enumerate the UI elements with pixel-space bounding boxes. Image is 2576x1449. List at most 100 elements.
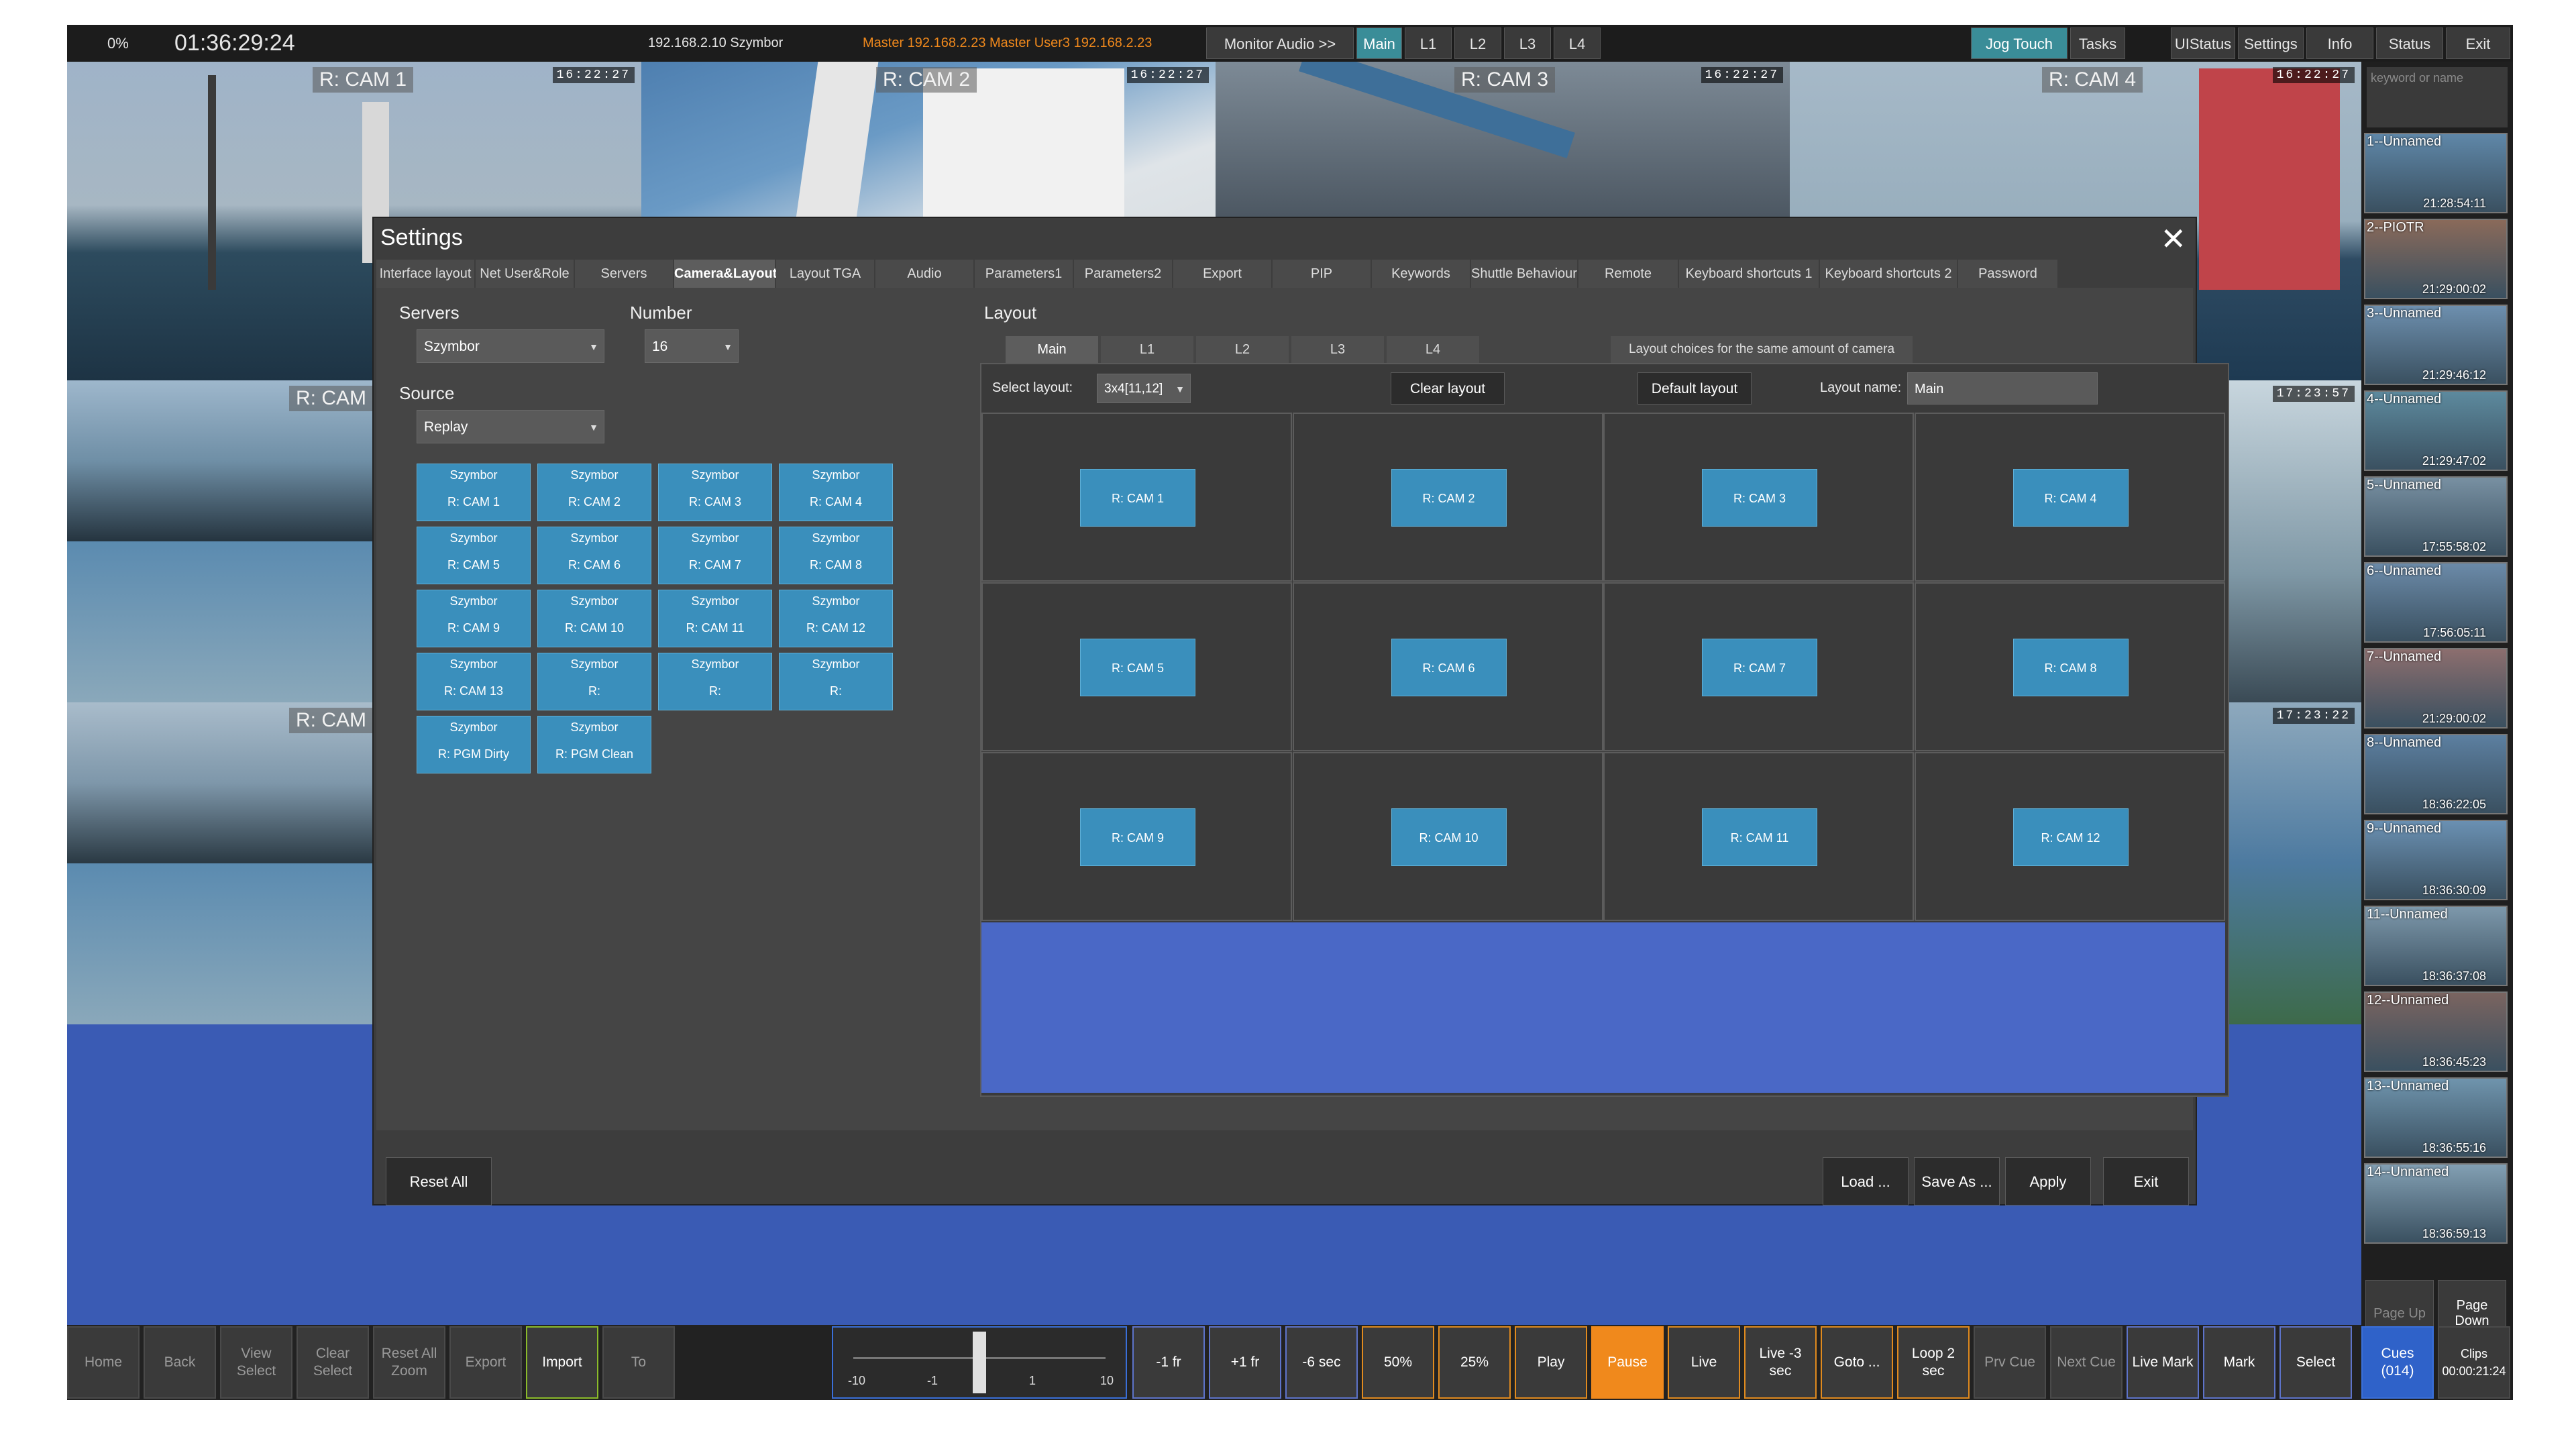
layout-camera-button[interactable]: R: CAM 11	[1702, 808, 1817, 866]
camera-tile-left-1[interactable]: R: CAM	[67, 380, 373, 541]
layout-camera-button[interactable]: R: CAM 7	[1702, 639, 1817, 696]
layout-cell[interactable]: R: CAM 9	[981, 752, 1292, 921]
layout-cell[interactable]: R: CAM 5	[981, 582, 1292, 751]
home-button[interactable]: Home	[67, 1326, 140, 1399]
settings-tab[interactable]: Net User&Role	[476, 260, 575, 288]
settings-tab[interactable]: Keyboard shortcuts 1	[1679, 260, 1820, 288]
minus-6-sec-button[interactable]: -6 sec	[1285, 1326, 1358, 1399]
layout-tab[interactable]: L3	[1291, 336, 1385, 363]
layout-camera-button[interactable]: R: CAM 10	[1391, 808, 1507, 866]
servers-select[interactable]: Szymbor ▼	[417, 329, 604, 363]
settings-tab[interactable]: Keywords	[1372, 260, 1471, 288]
keyword-search-input[interactable]: keyword or name	[2367, 67, 2508, 127]
view-l1-button[interactable]: L1	[1405, 28, 1452, 59]
live-mark-button[interactable]: Live Mark	[2127, 1326, 2199, 1399]
settings-tab[interactable]: Keyboard shortcuts 2	[1820, 260, 1958, 288]
layout-camera-button[interactable]: R: CAM 5	[1080, 639, 1195, 696]
apply-button[interactable]: Apply	[2005, 1157, 2091, 1205]
clear-layout-button[interactable]: Clear layout	[1391, 372, 1505, 405]
source-button[interactable]: Szymbor R: CAM 10	[537, 590, 651, 647]
clip-thumbnail[interactable]: 6--Unnamed 17:56:05:11	[2364, 562, 2508, 643]
settings-tab[interactable]: Remote	[1578, 260, 1679, 288]
source-button[interactable]: Szymbor R:	[658, 653, 772, 710]
import-button[interactable]: Import	[526, 1326, 598, 1399]
select-layout-dropdown[interactable]: 3x4[11,12] ▼	[1097, 374, 1191, 403]
source-button[interactable]: Szymbor R:	[779, 653, 893, 710]
source-button[interactable]: Szymbor R: CAM 6	[537, 527, 651, 584]
clip-thumbnail[interactable]: 5--Unnamed 17:55:58:02	[2364, 476, 2508, 557]
clip-thumbnail[interactable]: 3--Unnamed 21:29:46:12	[2364, 305, 2508, 385]
reset-all-zoom-button[interactable]: Reset All Zoom	[373, 1326, 445, 1399]
settings-tab[interactable]: PIP	[1273, 260, 1372, 288]
clip-thumbnail[interactable]: 11--Unnamed 18:36:37:08	[2364, 906, 2508, 986]
source-select[interactable]: Replay ▼	[417, 410, 604, 443]
clip-thumbnail[interactable]: 4--Unnamed 21:29:47:02	[2364, 390, 2508, 471]
next-cue-button[interactable]: Next Cue	[2050, 1326, 2123, 1399]
play-button[interactable]: Play	[1515, 1326, 1587, 1399]
settings-tab[interactable]: Export	[1173, 260, 1273, 288]
settings-tab[interactable]: Camera&Layout	[674, 260, 777, 288]
layout-cell[interactable]: R: CAM 10	[1292, 752, 1603, 921]
default-layout-button[interactable]: Default layout	[1638, 372, 1752, 405]
layout-camera-button[interactable]: R: CAM 2	[1391, 469, 1507, 527]
mark-button[interactable]: Mark	[2203, 1326, 2275, 1399]
clip-thumbnail[interactable]: 12--Unnamed 18:36:45:23	[2364, 991, 2508, 1072]
select-button[interactable]: Select	[2279, 1326, 2352, 1399]
clip-thumbnail[interactable]: 2--PIOTR 21:29:00:02	[2364, 219, 2508, 299]
view-select-button[interactable]: View Select	[220, 1326, 292, 1399]
layout-camera-button[interactable]: R: CAM 9	[1080, 808, 1195, 866]
layout-tab[interactable]: L4	[1387, 336, 1481, 363]
source-button[interactable]: Szymbor R: CAM 8	[779, 527, 893, 584]
clip-thumbnail[interactable]: 14--Unnamed 18:36:59:13	[2364, 1163, 2508, 1244]
layout-cell[interactable]: R: CAM 4	[1914, 413, 2225, 582]
speed-25-button[interactable]: 25%	[1438, 1326, 1511, 1399]
view-main-button[interactable]: Main	[1356, 28, 1402, 59]
clip-thumbnail[interactable]: 1--Unnamed 21:28:54:11	[2364, 133, 2508, 213]
exit-button[interactable]: Exit	[2446, 28, 2510, 59]
layout-camera-button[interactable]: R: CAM 6	[1391, 639, 1507, 696]
goto-button[interactable]: Goto ...	[1821, 1326, 1893, 1399]
clip-thumbnail[interactable]: 8--Unnamed 18:36:22:05	[2364, 734, 2508, 814]
layout-cell[interactable]: R: CAM 6	[1292, 582, 1603, 751]
speed-50-button[interactable]: 50%	[1362, 1326, 1434, 1399]
layout-camera-button[interactable]: R: CAM 8	[2012, 639, 2129, 696]
layout-cell[interactable]: R: CAM 7	[1603, 582, 1914, 751]
source-button[interactable]: Szymbor R: CAM 7	[658, 527, 772, 584]
source-button[interactable]: Szymbor R: CAM 5	[417, 527, 531, 584]
clips-button[interactable]: Clips 00:00:21:24	[2438, 1326, 2510, 1399]
layout-camera-button[interactable]: R: CAM 1	[1080, 469, 1195, 527]
uistatus-button[interactable]: UIStatus	[2171, 28, 2235, 59]
info-button[interactable]: Info	[2306, 28, 2373, 59]
save-as-button[interactable]: Save As ...	[1914, 1157, 2000, 1205]
close-icon[interactable]: ✕	[2160, 221, 2186, 257]
settings-exit-button[interactable]: Exit	[2103, 1157, 2189, 1205]
source-button[interactable]: Szymbor R:	[537, 653, 651, 710]
settings-tab[interactable]: Parameters2	[1074, 260, 1173, 288]
previous-cue-button[interactable]: Prv Cue	[1974, 1326, 2046, 1399]
to-button[interactable]: To	[602, 1326, 675, 1399]
layout-camera-button[interactable]: R: CAM 12	[2012, 808, 2129, 866]
export-button[interactable]: Export	[449, 1326, 522, 1399]
settings-tab[interactable]: Interface layout	[376, 260, 476, 288]
source-button[interactable]: Szymbor R: PGM Clean	[537, 716, 651, 773]
clip-thumbnail[interactable]: 13--Unnamed 18:36:55:16	[2364, 1077, 2508, 1158]
layout-tab[interactable]: L1	[1101, 336, 1195, 363]
view-l2-button[interactable]: L2	[1454, 28, 1501, 59]
layout-tab[interactable]: Main	[1006, 336, 1099, 363]
source-button[interactable]: Szymbor R: CAM 13	[417, 653, 531, 710]
live-button[interactable]: Live	[1668, 1326, 1740, 1399]
settings-button[interactable]: Settings	[2238, 28, 2304, 59]
settings-tab[interactable]: Shuttle Behaviour	[1471, 260, 1578, 288]
source-button[interactable]: Szymbor R: CAM 4	[779, 464, 893, 521]
layout-cell[interactable]: R: CAM 1	[981, 413, 1292, 582]
source-button[interactable]: Szymbor R: CAM 2	[537, 464, 651, 521]
source-button[interactable]: Szymbor R: CAM 9	[417, 590, 531, 647]
status-button[interactable]: Status	[2376, 28, 2443, 59]
settings-tab[interactable]: Parameters1	[975, 260, 1074, 288]
clip-thumbnail[interactable]: 9--Unnamed 18:36:30:09	[2364, 820, 2508, 900]
monitor-audio-button[interactable]: Monitor Audio >>	[1206, 28, 1354, 59]
camera-tile-left-3[interactable]: R: CAM	[67, 702, 373, 863]
tasks-button[interactable]: Tasks	[2070, 28, 2125, 59]
layout-cell[interactable]: R: CAM 3	[1603, 413, 1914, 582]
settings-tab[interactable]: Audio	[875, 260, 975, 288]
